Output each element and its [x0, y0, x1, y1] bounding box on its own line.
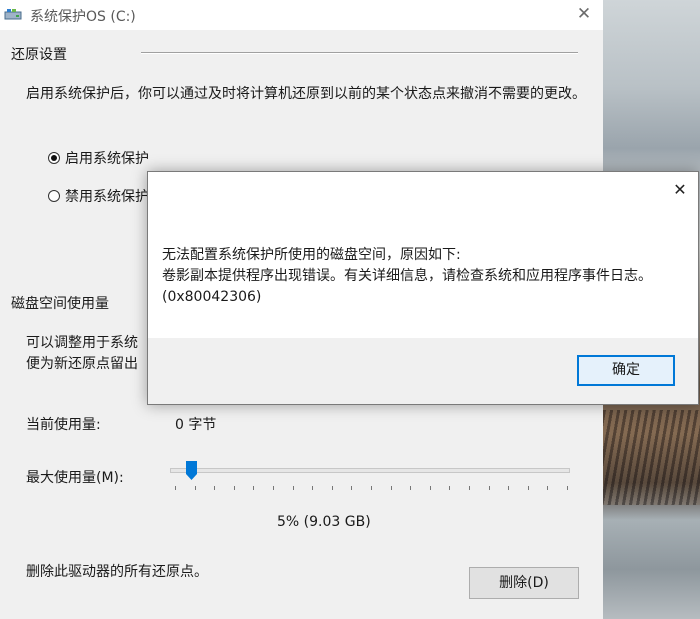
slider-tick: [508, 486, 509, 490]
slider-tick: [312, 486, 313, 490]
slider-tick: [332, 486, 333, 490]
radio-enable[interactable]: [48, 152, 60, 164]
disable-protection-label: 禁用系统保护: [65, 189, 149, 205]
slider-ticks: [175, 486, 573, 490]
slider-tick: [273, 486, 274, 490]
disk-usage-title: 磁盘空间使用量: [11, 296, 109, 312]
current-usage-label: 当前使用量:: [26, 417, 101, 433]
slider-tick: [351, 486, 352, 490]
ok-button[interactable]: 确定: [577, 355, 675, 386]
slider-tick: [175, 486, 176, 490]
error-dialog: ✕ 无法配置系统保护所使用的磁盘空间，原因如下: 卷影副本提供程序出现错误。有关…: [147, 171, 699, 405]
slider-tick: [430, 486, 431, 490]
slider-tick: [567, 486, 568, 490]
slider-tick: [293, 486, 294, 490]
dialog-message-line1: 无法配置系统保护所使用的磁盘空间，原因如下:: [162, 247, 461, 263]
slider-tick: [195, 486, 196, 490]
slider-tick: [214, 486, 215, 490]
max-usage-label: 最大使用量(M):: [26, 470, 124, 486]
slider-tick: [547, 486, 548, 490]
drive-icon: [4, 9, 22, 20]
slider-tick: [410, 486, 411, 490]
max-usage-slider-thumb[interactable]: [186, 461, 197, 480]
slider-tick: [489, 486, 490, 490]
slider-tick: [391, 486, 392, 490]
window-close-button[interactable]: ✕: [572, 2, 596, 26]
disable-protection-option[interactable]: 禁用系统保护: [48, 186, 149, 206]
slider-tick: [469, 486, 470, 490]
max-usage-slider-track[interactable]: [170, 468, 570, 473]
slider-tick: [371, 486, 372, 490]
dialog-message: 无法配置系统保护所使用的磁盘空间，原因如下: 卷影副本提供程序出现错误。有关详细…: [162, 245, 692, 308]
radio-disable[interactable]: [48, 190, 60, 202]
dialog-close-button[interactable]: ✕: [668, 178, 692, 202]
group-divider: [141, 52, 578, 54]
restore-settings-description: 启用系统保护后，你可以通过及时将计算机还原到以前的某个状态点来撤消不需要的更改。: [26, 86, 586, 102]
enable-protection-label: 启用系统保护: [65, 151, 149, 167]
window-title: 系统保护OS (C:): [30, 9, 136, 25]
enable-protection-option[interactable]: 启用系统保护: [48, 148, 149, 168]
dialog-message-line2: 卷影副本提供程序出现错误。有关详细信息，请检查系统和应用程序事件日志。: [162, 268, 652, 284]
restore-settings-title: 还原设置: [11, 47, 67, 63]
current-usage-value: 0 字节: [175, 417, 217, 433]
max-usage-readout: 5% (9.03 GB): [277, 514, 371, 530]
delete-restore-points-text: 删除此驱动器的所有还原点。: [26, 564, 208, 580]
slider-tick: [234, 486, 235, 490]
dialog-error-code: (0x80042306): [162, 289, 262, 305]
delete-button[interactable]: 删除(D): [469, 567, 579, 599]
title-bar: 系统保护OS (C:) ✕: [0, 0, 603, 30]
slider-tick: [449, 486, 450, 490]
dialog-footer: 确定: [148, 338, 698, 404]
slider-tick: [253, 486, 254, 490]
slider-tick: [528, 486, 529, 490]
